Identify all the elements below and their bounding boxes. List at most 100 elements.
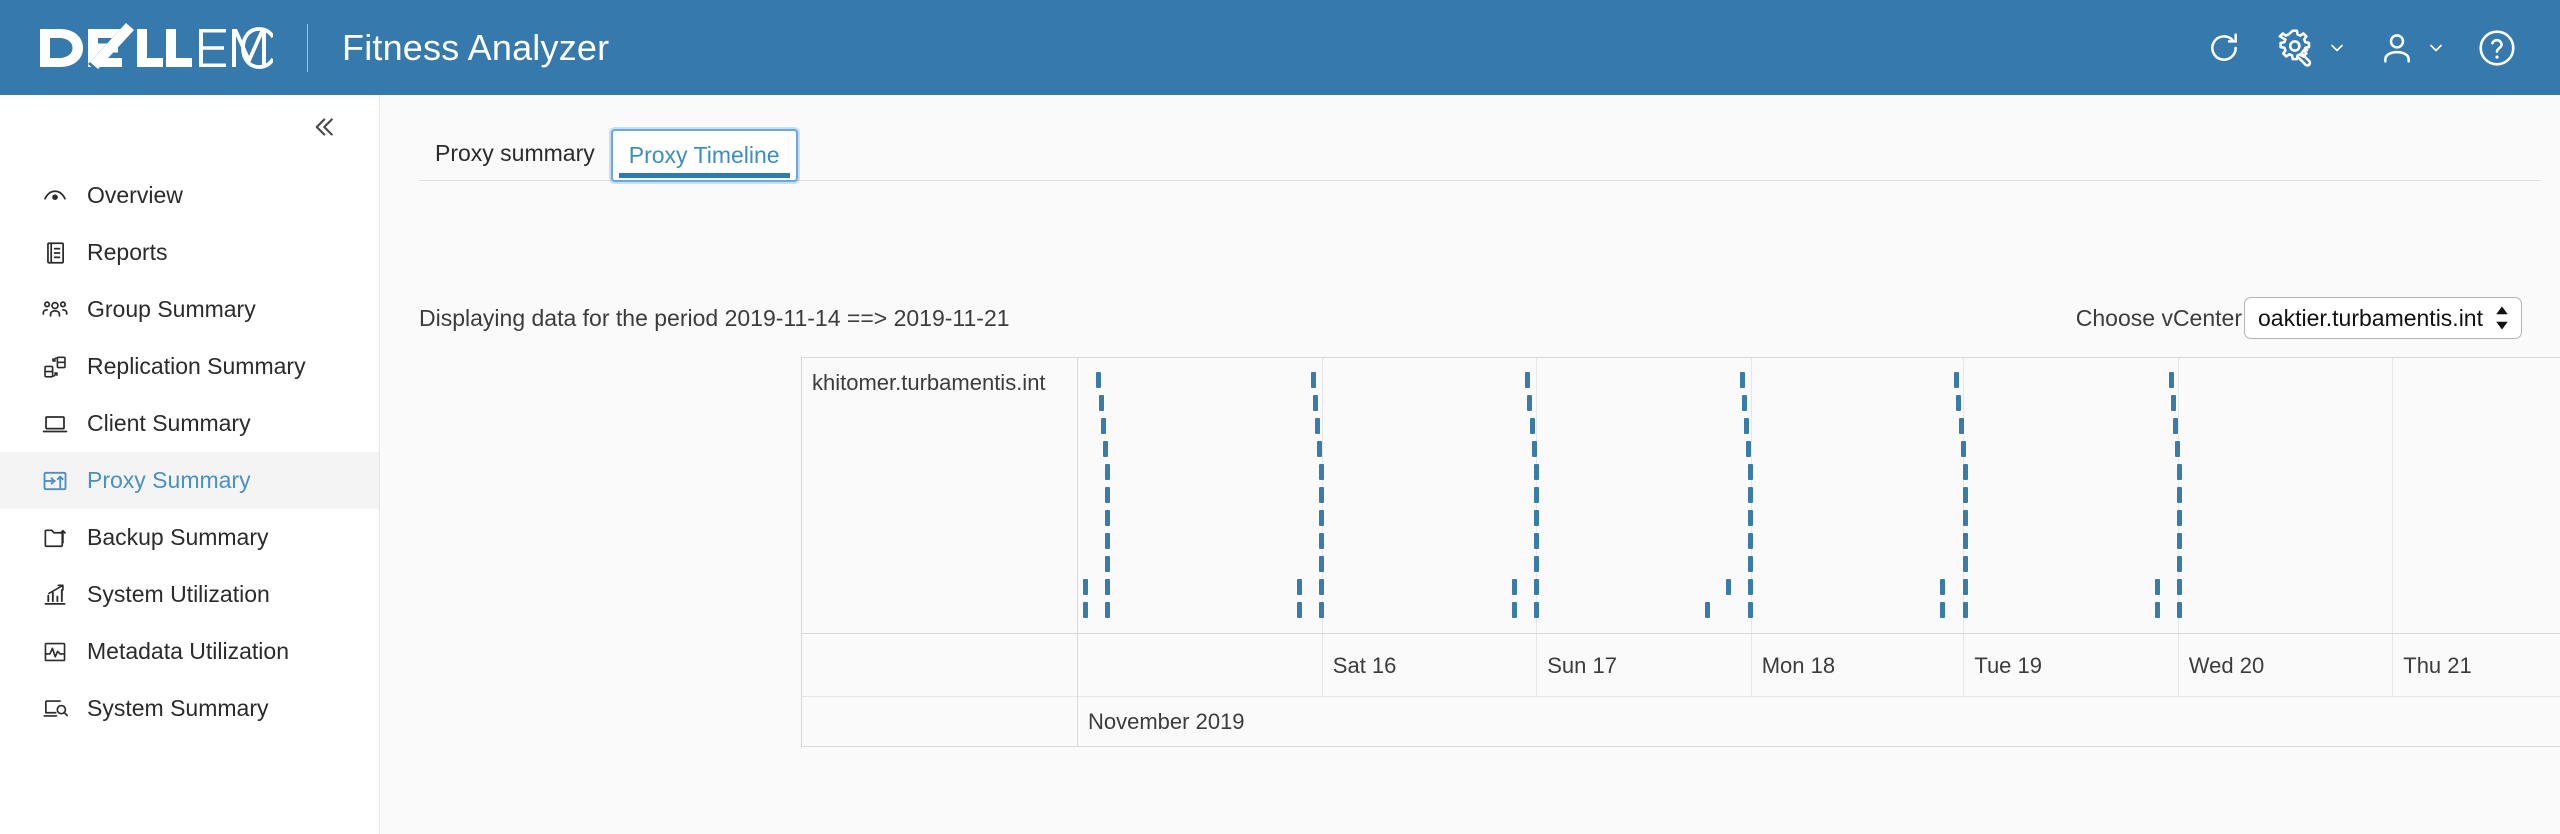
timeline-event-tick[interactable] [1748,533,1754,549]
sidebar-collapse-button[interactable] [303,109,343,149]
timeline-event-tick[interactable] [1533,533,1539,549]
timeline-event-tick[interactable] [1319,464,1325,480]
timeline-event-tick[interactable] [1319,579,1325,595]
timeline-event-tick[interactable] [1297,602,1303,618]
timeline-event-tick[interactable] [2177,533,2183,549]
timeline-event-tick[interactable] [1704,602,1710,618]
sidebar-item-replication-summary[interactable]: Replication Summary [0,338,379,395]
timeline-event-tick[interactable] [1319,487,1325,503]
sidebar-item-overview[interactable]: Overview [0,167,379,224]
timeline-event-tick[interactable] [1954,372,1960,388]
sidebar-item-system-utilization[interactable]: System Utilization [0,566,379,623]
refresh-button[interactable] [2204,0,2244,95]
settings-button[interactable] [2274,0,2347,95]
timeline-event-tick[interactable] [1940,579,1946,595]
timeline-event-tick[interactable] [1104,579,1110,595]
timeline-event-tick[interactable] [1962,533,1968,549]
timeline-event-tick[interactable] [2177,602,2183,618]
timeline-event-tick[interactable] [1525,372,1531,388]
vcenter-chooser: Choose vCenter oaktier.turbamentis.int [2076,297,2522,339]
timeline-event-tick[interactable] [2177,556,2183,572]
timeline-event-tick[interactable] [2177,510,2183,526]
timeline-event-tick[interactable] [1533,464,1539,480]
user-chevron-down-icon[interactable] [2426,38,2446,58]
timeline-event-tick[interactable] [1962,487,1968,503]
timeline-event-tick[interactable] [1098,395,1104,411]
timeline-event-tick[interactable] [1297,579,1303,595]
timeline-event-tick[interactable] [2168,372,2174,388]
timeline-event-tick[interactable] [2154,602,2160,618]
timeline-plot-area[interactable] [1078,358,2560,633]
timeline-event-tick[interactable] [1741,395,1747,411]
sidebar-item-group-summary[interactable]: Group Summary [0,281,379,338]
timeline-event-tick[interactable] [2170,395,2176,411]
timeline-event-tick[interactable] [1104,556,1110,572]
timeline-event-tick[interactable] [1748,602,1754,618]
timeline-event-tick[interactable] [1529,418,1535,434]
timeline-event-tick[interactable] [1319,602,1325,618]
timeline-event-tick[interactable] [1739,372,1745,388]
help-button[interactable] [2476,0,2518,95]
settings-chevron-down-icon[interactable] [2327,38,2347,58]
sidebar-item-client-summary[interactable]: Client Summary [0,395,379,452]
timeline-event-tick[interactable] [1962,602,1968,618]
timeline-event-tick[interactable] [1511,602,1517,618]
timeline-event-tick[interactable] [1956,395,1962,411]
timeline-event-tick[interactable] [1310,372,1316,388]
timeline-event-tick[interactable] [1533,556,1539,572]
sidebar-item-proxy-summary[interactable]: Proxy Summary [0,452,379,509]
timeline-event-tick[interactable] [1962,556,1968,572]
timeline-event-tick[interactable] [1958,418,1964,434]
timeline-event-tick[interactable] [1533,602,1539,618]
timeline-event-tick[interactable] [2177,579,2183,595]
timeline-event-tick[interactable] [2177,464,2183,480]
timeline-event-tick[interactable] [2177,487,2183,503]
timeline-event-tick[interactable] [1317,441,1323,457]
vcenter-select[interactable]: oaktier.turbamentis.int [2243,297,2522,339]
sidebar-item-backup-summary[interactable]: Backup Summary [0,509,379,566]
timeline-event-tick[interactable] [1746,441,1752,457]
timeline-event-tick[interactable] [1319,556,1325,572]
timeline-event-tick[interactable] [1104,533,1110,549]
timeline-event-tick[interactable] [1511,579,1517,595]
timeline-event-tick[interactable] [1082,602,1088,618]
timeline-event-tick[interactable] [1531,441,1537,457]
timeline-event-tick[interactable] [1104,487,1110,503]
timeline-event-tick[interactable] [1104,602,1110,618]
timeline-event-tick[interactable] [1104,464,1110,480]
timeline-event-tick[interactable] [1096,372,1102,388]
timeline-event-tick[interactable] [1744,418,1750,434]
timeline-event-tick[interactable] [2175,441,2181,457]
sidebar-item-metadata-utilization[interactable]: Metadata Utilization [0,623,379,680]
timeline-event-tick[interactable] [1319,533,1325,549]
timeline-event-tick[interactable] [1082,579,1088,595]
timeline-event-tick[interactable] [1100,418,1106,434]
timeline-event-tick[interactable] [1748,579,1754,595]
timeline-event-tick[interactable] [1104,510,1110,526]
timeline-event-tick[interactable] [1533,579,1539,595]
tab-proxy-timeline[interactable]: Proxy Timeline [610,129,798,182]
timeline-event-tick[interactable] [1533,510,1539,526]
timeline-event-tick[interactable] [1102,441,1108,457]
timeline-event-tick[interactable] [1748,487,1754,503]
user-menu-button[interactable] [2377,0,2446,95]
sidebar-item-reports[interactable]: Reports [0,224,379,281]
timeline-event-tick[interactable] [1315,418,1321,434]
timeline-event-tick[interactable] [1319,510,1325,526]
timeline-event-tick[interactable] [1533,487,1539,503]
timeline-event-tick[interactable] [1748,556,1754,572]
timeline-event-tick[interactable] [2173,418,2179,434]
timeline-event-tick[interactable] [1748,510,1754,526]
timeline-event-tick[interactable] [1962,579,1968,595]
timeline-event-tick[interactable] [1527,395,1533,411]
timeline-event-tick[interactable] [1960,441,1966,457]
timeline-event-tick[interactable] [1940,602,1946,618]
timeline-event-tick[interactable] [1962,464,1968,480]
tab-proxy-summary[interactable]: Proxy summary [419,140,611,181]
sidebar-item-system-summary[interactable]: System Summary [0,680,379,737]
timeline-event-tick[interactable] [1962,510,1968,526]
timeline-event-tick[interactable] [2154,579,2160,595]
timeline-event-tick[interactable] [1725,579,1731,595]
timeline-event-tick[interactable] [1312,395,1318,411]
timeline-event-tick[interactable] [1748,464,1754,480]
